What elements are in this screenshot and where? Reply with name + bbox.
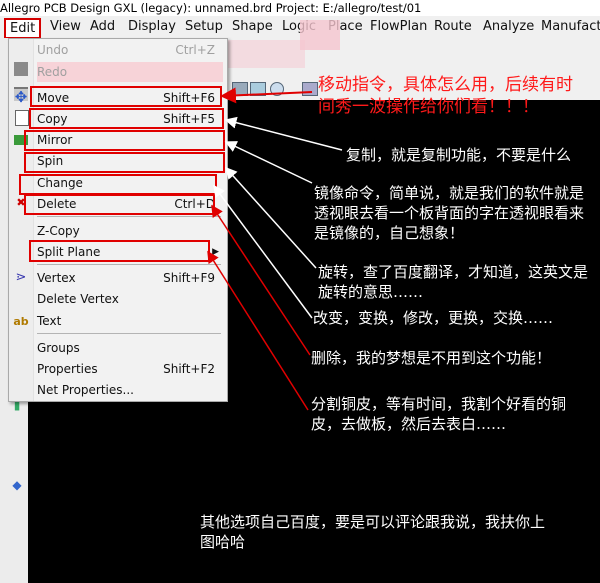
arrow-mirror <box>224 141 313 184</box>
annotation-delete: 删除，我的梦想是不用到这个功能！ <box>311 349 552 367</box>
annotation-mirror: 镜像命令，简单说，就是我们的软件就是透视眼去看一个板背面的字在透视眼看来是镜像的… <box>314 184 585 242</box>
annotation-split-plane: 分割铜皮，等有时间，我割个好看的铜皮，去做板，然后去表白…… <box>311 395 567 433</box>
arrow-copy <box>224 116 343 151</box>
annotation-change: 改变，变换，修改，更换，交换…… <box>313 309 554 327</box>
arrow-spin <box>224 166 317 269</box>
annotation-copy: 复制，就是复制功能，不要是什么 <box>346 146 572 164</box>
arrow-change <box>213 184 313 319</box>
annotation-other: 其他选项自己百度，要是可以评论跟我说，我扶你上图哈哈 <box>200 513 546 551</box>
annotation-move: 移动指令，具体怎么用，后续有时间秀一波操作给你们看！！！ <box>318 75 573 117</box>
arrow-move <box>220 87 313 104</box>
annotation-spin: 旋转，查了百度翻译，才知道，这英文是旋转的意思…… <box>318 263 589 301</box>
